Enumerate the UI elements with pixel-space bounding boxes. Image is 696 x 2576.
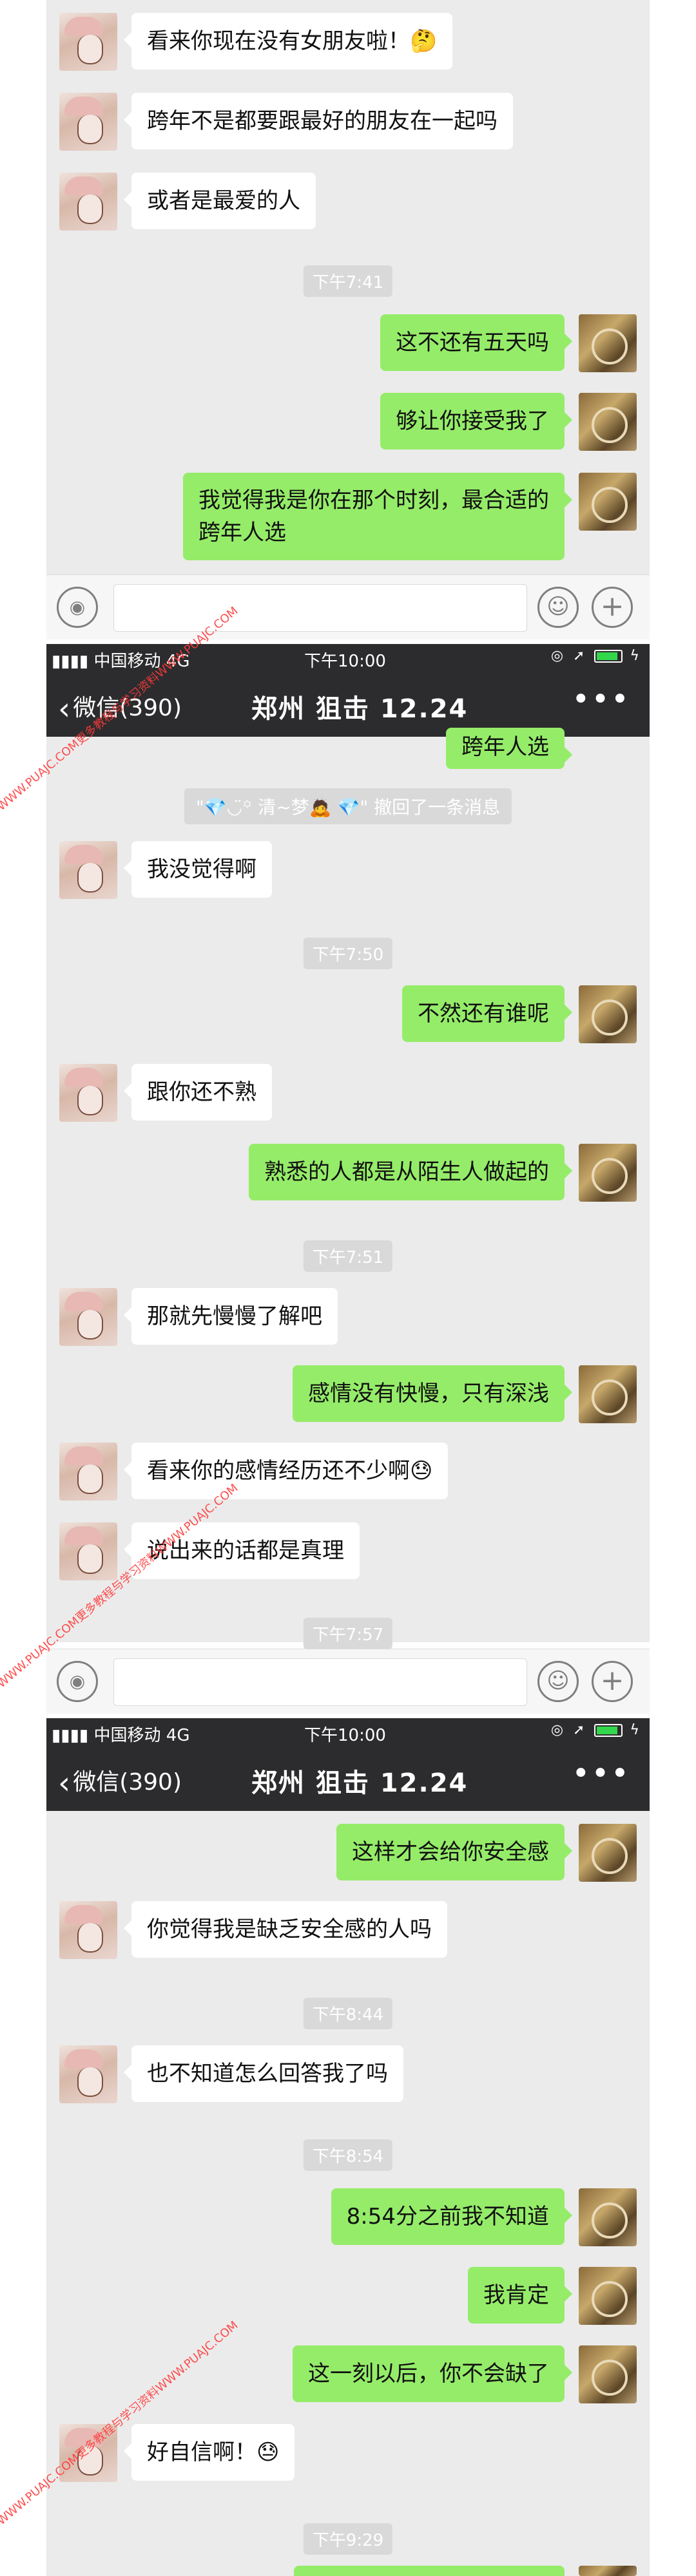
contact-avatar[interactable] — [59, 841, 117, 899]
my-avatar[interactable] — [579, 2267, 637, 2325]
message-bubble-incoming[interactable]: 好自信啊！😓 — [123, 2424, 295, 2481]
message-bubble-outgoing[interactable]: 够让你接受我了 — [380, 393, 572, 450]
chevron-left-icon: ‹ — [58, 691, 71, 727]
message-line: 跨年人选 — [198, 520, 286, 545]
timestamp: 下午9:29 — [303, 2523, 393, 2555]
chevron-left-icon: ‹ — [58, 1765, 71, 1801]
signal-status: ▮▮▮▮ 中国移动 4G — [52, 1726, 190, 1745]
status-icons: ◎ ➚ ϟ — [550, 1722, 642, 1738]
message-bubble-outgoing[interactable]: 感情没有快慢，只有深浅 — [293, 1365, 572, 1422]
my-avatar[interactable] — [579, 2188, 637, 2246]
message-bubble-outgoing[interactable]: 跨年人选 — [446, 728, 572, 769]
my-avatar[interactable] — [579, 314, 637, 372]
my-avatar[interactable] — [579, 1144, 637, 1202]
recall-notice: "💎◡̈꙳ 清~梦🙇 💎" 撤回了一条消息 — [184, 788, 512, 824]
message-bubble-incoming[interactable]: 或者是最爱的人 — [124, 173, 316, 229]
contact-avatar[interactable] — [59, 1522, 117, 1580]
clock: 下午10:00 — [304, 1726, 386, 1745]
timestamp: 下午7:51 — [303, 1240, 393, 1272]
message-bubble-incoming[interactable]: 那就先慢慢了解吧 — [124, 1288, 338, 1345]
clock: 下午10:00 — [304, 652, 386, 671]
voice-icon[interactable]: ◉ — [57, 1661, 98, 1702]
message-input[interactable] — [113, 584, 527, 632]
message-bubble-outgoing[interactable]: 8:54分之前我不知道 — [331, 2188, 573, 2245]
plus-icon[interactable]: + — [592, 587, 633, 628]
input-bar: ◉ ☺ + — [46, 1649, 650, 1714]
timestamp: 下午7:41 — [303, 265, 393, 297]
message-bubble-incoming[interactable]: 你觉得我是缺乏安全感的人吗 — [124, 1901, 447, 1958]
message-bubble-outgoing[interactable]: 我觉得我是你在那个时刻，最合适的 跨年人选 — [183, 473, 572, 560]
status-icons: ◎ ➚ ϟ — [550, 648, 642, 664]
battery-icon — [594, 1724, 623, 1737]
voice-icon[interactable]: ◉ — [57, 587, 98, 628]
contact-avatar[interactable] — [59, 1064, 117, 1122]
more-dots-icon[interactable]: ••• — [572, 681, 630, 717]
contact-avatar[interactable] — [59, 93, 117, 151]
contact-avatar[interactable] — [59, 1901, 117, 1959]
message-bubble-incoming[interactable]: 也不知道怎么回答我了吗 — [124, 2045, 403, 2102]
chat-title: 郑州 狙击 12.24 — [251, 694, 469, 724]
status-bar: ▮▮▮▮ 中国移动 4G 下午10:00 ◎ ➚ ϟ — [46, 644, 650, 671]
message-bubble-outgoing[interactable]: 这一刻以后，你不会缺了 — [293, 2345, 572, 2402]
message-bubble-incoming[interactable]: 跨年不是都要跟最好的朋友在一起吗 — [124, 93, 513, 149]
my-avatar[interactable] — [579, 1824, 637, 1882]
back-button[interactable]: ‹ 微信(390) — [58, 1763, 182, 1801]
message-bubble-incoming[interactable]: 看来你现在没有女朋友啦！🤔 — [123, 13, 453, 70]
message-bubble-outgoing[interactable]: 这不还有五天吗 — [380, 314, 572, 371]
my-avatar[interactable] — [579, 1365, 637, 1423]
chat-title: 郑州 狙击 12.24 — [251, 1768, 469, 1798]
plus-icon[interactable]: + — [592, 1661, 633, 1702]
my-avatar[interactable] — [579, 473, 637, 531]
input-bar: ◉ ☺ + — [46, 574, 650, 639]
message-input[interactable] — [113, 1658, 527, 1706]
battery-icon — [594, 650, 623, 663]
more-dots-icon[interactable]: ••• — [572, 1756, 630, 1792]
my-avatar[interactable] — [579, 985, 637, 1043]
nav-bar: ‹ 微信(390) 郑州 狙击 12.24 ••• — [46, 1744, 650, 1811]
contact-avatar[interactable] — [59, 1288, 117, 1346]
message-bubble-incoming[interactable]: 跟你还不熟 — [124, 1064, 272, 1121]
my-avatar[interactable] — [579, 2566, 637, 2576]
message-bubble-incoming[interactable]: 看来你的感情经历还不少啊😓 — [123, 1443, 449, 1499]
my-avatar[interactable] — [579, 2345, 637, 2403]
emoji-icon[interactable]: ☺ — [537, 1661, 579, 1702]
emoji-icon[interactable]: ☺ — [537, 587, 579, 628]
contact-avatar[interactable] — [59, 173, 117, 231]
message-bubble-outgoing[interactable]: 熟悉的人都是从陌生人做起的 — [249, 1144, 572, 1200]
message-bubble-incoming[interactable]: 我没觉得啊 — [124, 841, 272, 898]
timestamp: 下午8:44 — [303, 1998, 393, 2029]
message-bubble-outgoing[interactable]: 不然还有谁呢 — [402, 985, 572, 1042]
message-bubble-outgoing[interactable] — [294, 2566, 565, 2576]
contact-avatar[interactable] — [59, 1443, 117, 1501]
message-bubble-outgoing[interactable]: 这样才会给你安全感 — [336, 1824, 572, 1880]
message-line: 我觉得我是你在那个时刻，最合适的 — [198, 488, 549, 513]
contact-avatar[interactable] — [59, 2045, 117, 2103]
timestamp: 下午8:54 — [303, 2139, 393, 2171]
my-avatar[interactable] — [579, 393, 637, 451]
status-bar: ▮▮▮▮ 中国移动 4G 下午10:00 ◎ ➚ ϟ — [46, 1718, 650, 1745]
timestamp: 下午7:57 — [303, 1618, 393, 1649]
contact-avatar[interactable] — [59, 13, 117, 71]
timestamp: 下午7:50 — [303, 938, 393, 969]
message-bubble-outgoing[interactable]: 我肯定 — [468, 2267, 572, 2324]
